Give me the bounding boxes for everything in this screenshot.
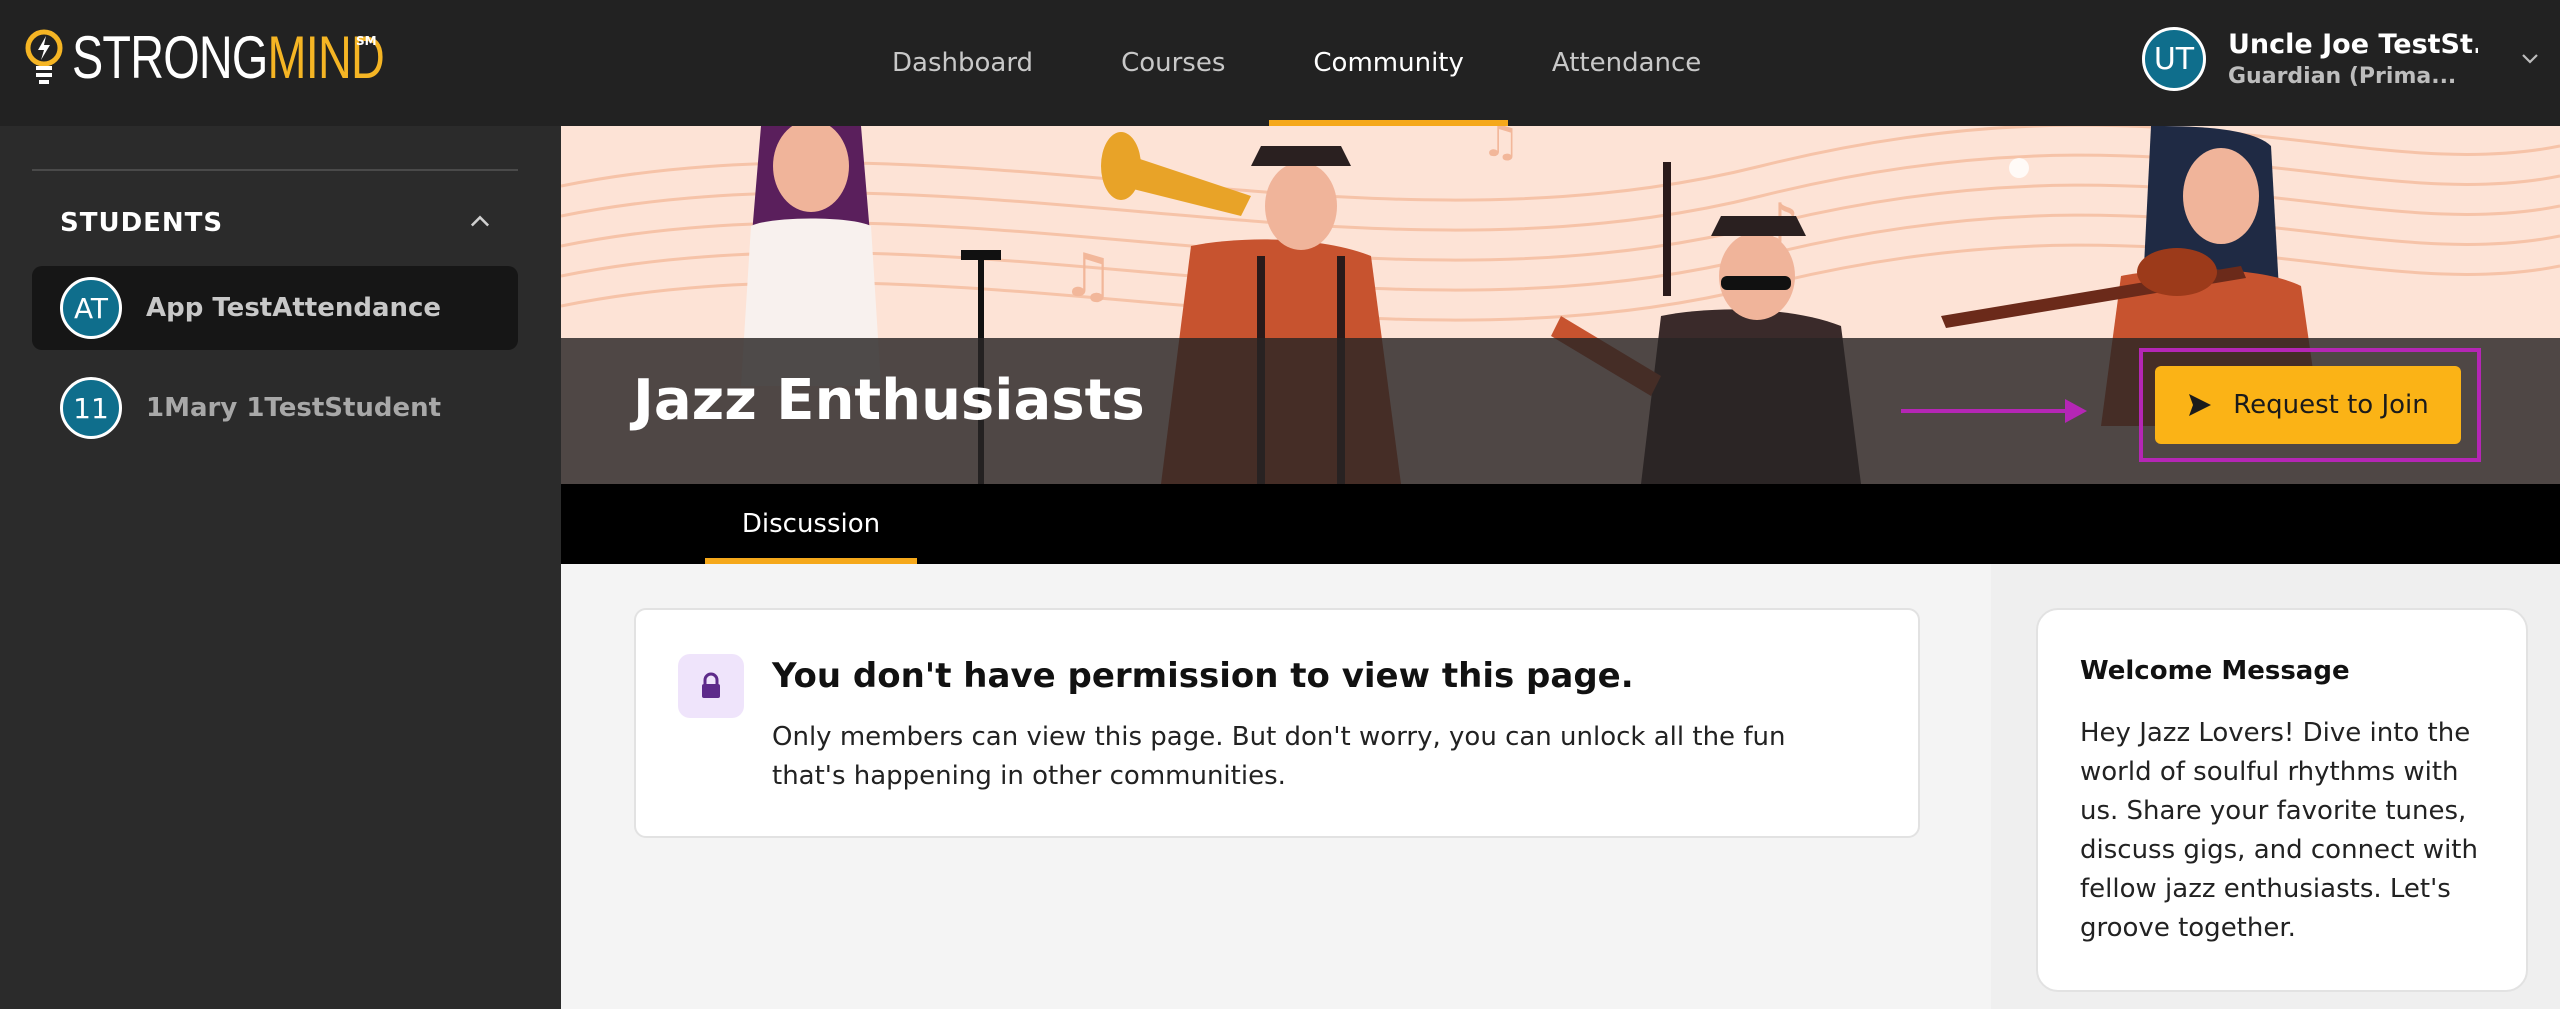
logo-service-mark: SM [356,34,377,48]
request-to-join-button[interactable]: Request to Join [2155,366,2461,444]
students-sidebar: STUDENTS AT App TestAttendance 11 1Mary … [0,126,561,1009]
user-avatar: UT [2142,27,2206,91]
send-icon [2189,394,2212,416]
main-nav: Dashboard Courses Community Attendance [848,0,1745,126]
nav-item-dashboard[interactable]: Dashboard [848,0,1077,126]
permission-title: You don't have permission to view this p… [772,656,1634,696]
permission-message: Only members can view this page. But don… [772,722,1786,791]
lock-icon [702,672,720,698]
welcome-message-text: Hey Jazz Lovers! Dive into the world of … [2080,718,2478,943]
svg-text:♫: ♫ [1061,241,1115,311]
welcome-message-card: Welcome Message Hey Jazz Lovers! Dive in… [2036,608,2528,992]
welcome-title: Welcome Message [2080,656,2350,686]
nav-item-attendance[interactable]: Attendance [1508,0,1745,126]
logo-wordmark-strong: STRONG [72,24,268,91]
top-bar: STRONGMIND SM Dashboard Courses Communit… [0,0,2560,126]
user-info: Uncle Joe TestSt... Guardian (Prima... [2228,29,2478,89]
community-tabs: Discussion [561,484,2560,564]
chevron-down-icon[interactable] [2518,46,2542,70]
tab-discussion[interactable]: Discussion [705,484,917,564]
community-banner: ♪ ♫ ♫ Jazz Enthusiasts [561,126,2560,484]
svg-text:♫: ♫ [1481,126,1520,167]
student-name: App TestAttendance [146,293,442,323]
permission-notice-card: You don't have permission to view this p… [634,608,1920,838]
user-name: Uncle Joe TestSt... [2228,29,2478,60]
student-item-app-testattendance[interactable]: AT App TestAttendance [32,266,518,350]
student-avatar: AT [60,277,122,339]
lock-icon-badge [678,654,744,718]
logo-wordmark: STRONGMIND [72,28,385,88]
strongmind-logo[interactable]: STRONGMIND SM [24,26,472,90]
student-item-1mary-1teststudent[interactable]: 11 1Mary 1TestStudent [32,366,518,450]
chevron-up-icon[interactable] [466,208,494,236]
sidebar-divider [32,169,518,171]
nav-item-community[interactable]: Community [1269,0,1509,126]
student-avatar: 11 [60,377,122,439]
annotation-arrow-icon [1901,399,2087,423]
community-title: Jazz Enthusiasts [633,368,1145,433]
lightbulb-icon [25,29,63,84]
student-name: 1Mary 1TestStudent [146,393,442,423]
user-menu[interactable]: UT Uncle Joe TestSt... Guardian (Prima..… [2142,26,2542,92]
nav-item-courses[interactable]: Courses [1077,0,1269,126]
user-role: Guardian (Prima... [2228,64,2457,89]
students-section-title: STUDENTS [60,208,224,238]
request-to-join-label: Request to Join [2233,390,2429,420]
